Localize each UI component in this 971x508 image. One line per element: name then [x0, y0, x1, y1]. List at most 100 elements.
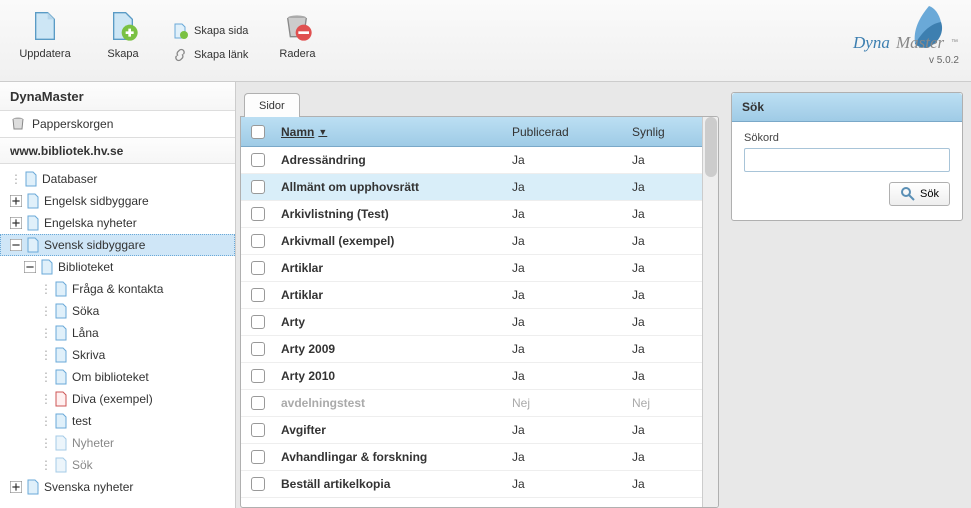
- tree-item-news[interactable]: ⋮Nyheter: [0, 432, 235, 454]
- tree-item-loan[interactable]: ⋮Låna: [0, 322, 235, 344]
- column-header-published[interactable]: Publicerad: [512, 125, 632, 139]
- row-checkbox[interactable]: [251, 423, 265, 437]
- page-icon: [53, 325, 69, 341]
- svg-text:Master: Master: [895, 33, 945, 52]
- page-icon: [53, 303, 69, 319]
- create-button[interactable]: Skapa: [84, 4, 162, 81]
- bin-icon: [10, 116, 26, 132]
- table-row[interactable]: AdressändringJaJa: [241, 147, 702, 174]
- app-logo-icon: Dyna Master ™: [849, 4, 959, 56]
- search-label: Sökord: [744, 132, 950, 144]
- table-row[interactable]: Beställ artikelkopiaJaJa: [241, 471, 702, 498]
- table-row[interactable]: avdelningstestNejNej: [241, 390, 702, 417]
- row-checkbox[interactable]: [251, 477, 265, 491]
- row-checkbox[interactable]: [251, 369, 265, 383]
- sidebar-item-trash[interactable]: Papperskorgen: [0, 111, 235, 137]
- row-checkbox[interactable]: [251, 396, 265, 410]
- create-label: Skapa: [107, 48, 138, 60]
- column-header-name[interactable]: Namn ▼: [281, 125, 512, 139]
- scrollbar-thumb[interactable]: [705, 117, 717, 177]
- cell-visible: Ja: [632, 234, 692, 248]
- create-page-label: Skapa sida: [194, 25, 248, 37]
- expand-icon[interactable]: [10, 217, 22, 229]
- table-row[interactable]: ArtiklarJaJa: [241, 255, 702, 282]
- logo-block: Dyna Master ™ v 5.0.2: [849, 4, 959, 66]
- collapse-icon[interactable]: [24, 261, 36, 273]
- page-plus-icon: [107, 10, 139, 42]
- expand-icon[interactable]: [10, 481, 22, 493]
- row-checkbox[interactable]: [251, 261, 265, 275]
- tree-item-about[interactable]: ⋮Om biblioteket: [0, 366, 235, 388]
- search-button[interactable]: Sök: [889, 182, 950, 206]
- cell-name: Artiklar: [281, 261, 512, 275]
- tree-item-test[interactable]: ⋮test: [0, 410, 235, 432]
- tree-item-eng-news[interactable]: Engelska nyheter: [0, 212, 235, 234]
- cell-published: Ja: [512, 180, 632, 194]
- search-panel: Sök Sökord Sök: [731, 92, 963, 221]
- table-row[interactable]: Arkivmall (exempel)JaJa: [241, 228, 702, 255]
- tree-item-databases[interactable]: ⋮ Databaser: [0, 168, 235, 190]
- delete-label: Radera: [279, 48, 315, 60]
- tab-bar: Sidor: [240, 92, 719, 116]
- table-row[interactable]: Avhandlingar & forskningJaJa: [241, 444, 702, 471]
- page-icon: [25, 479, 41, 495]
- cell-published: Ja: [512, 207, 632, 221]
- table-row[interactable]: Allmänt om upphovsrättJaJa: [241, 174, 702, 201]
- row-checkbox[interactable]: [251, 153, 265, 167]
- table-header-row: Namn ▼ Publicerad Synlig: [241, 117, 702, 147]
- search-input[interactable]: [744, 148, 950, 172]
- row-checkbox[interactable]: [251, 342, 265, 356]
- cell-name: Arkivlistning (Test): [281, 207, 512, 221]
- cell-visible: Ja: [632, 342, 692, 356]
- table-row[interactable]: Arty 2010JaJa: [241, 363, 702, 390]
- collapse-icon[interactable]: [10, 239, 22, 251]
- tab-pages[interactable]: Sidor: [244, 93, 300, 117]
- cell-visible: Nej: [632, 396, 692, 410]
- header-checkbox-cell: [251, 125, 281, 139]
- tree-item-sv-builder[interactable]: Svensk sidbyggare: [0, 234, 235, 256]
- page-icon: [53, 435, 69, 451]
- tree-item-sok[interactable]: ⋮Sök: [0, 454, 235, 476]
- page-icon: [25, 193, 41, 209]
- row-checkbox[interactable]: [251, 234, 265, 248]
- table-row[interactable]: Arkivlistning (Test)JaJa: [241, 201, 702, 228]
- cell-visible: Ja: [632, 261, 692, 275]
- row-checkbox[interactable]: [251, 207, 265, 221]
- table-row[interactable]: AvgifterJaJa: [241, 417, 702, 444]
- pages-table: Namn ▼ Publicerad Synlig AdressändringJa…: [241, 117, 702, 507]
- row-checkbox[interactable]: [251, 450, 265, 464]
- tree-item-library[interactable]: Biblioteket: [0, 256, 235, 278]
- row-checkbox[interactable]: [251, 180, 265, 194]
- top-toolbar: Uppdatera Skapa Skapa sida Skapa länk Ra…: [0, 0, 971, 82]
- create-link-label: Skapa länk: [194, 49, 248, 61]
- cell-visible: Ja: [632, 207, 692, 221]
- cell-name: Beställ artikelkopia: [281, 477, 512, 491]
- search-icon: [900, 186, 916, 202]
- cell-published: Ja: [512, 261, 632, 275]
- tree-item-sv-news[interactable]: Svenska nyheter: [0, 476, 235, 498]
- column-header-visible[interactable]: Synlig: [632, 125, 692, 139]
- page-icon: [25, 215, 41, 231]
- page-icon: [53, 347, 69, 363]
- refresh-button[interactable]: Uppdatera: [6, 4, 84, 81]
- tree-item-eng-builder[interactable]: Engelsk sidbyggare: [0, 190, 235, 212]
- tree-item-search[interactable]: ⋮Söka: [0, 300, 235, 322]
- pages-panel: Namn ▼ Publicerad Synlig AdressändringJa…: [240, 116, 719, 508]
- create-page-button[interactable]: Skapa sida: [172, 23, 248, 39]
- expand-icon[interactable]: [10, 195, 22, 207]
- tree-item-write[interactable]: ⋮Skriva: [0, 344, 235, 366]
- tree-item-ask[interactable]: ⋮Fråga & kontakta: [0, 278, 235, 300]
- cell-name: Allmänt om upphovsrätt: [281, 180, 512, 194]
- tree-item-diva[interactable]: ⋮Diva (exempel): [0, 388, 235, 410]
- row-checkbox[interactable]: [251, 288, 265, 302]
- vertical-scrollbar[interactable]: [702, 117, 718, 507]
- select-all-checkbox[interactable]: [251, 125, 265, 139]
- table-row[interactable]: Arty 2009JaJa: [241, 336, 702, 363]
- delete-button[interactable]: Radera: [258, 4, 336, 81]
- refresh-label: Uppdatera: [19, 48, 70, 60]
- table-row[interactable]: ArtyJaJa: [241, 309, 702, 336]
- create-link-button[interactable]: Skapa länk: [172, 47, 248, 63]
- table-row[interactable]: ArtiklarJaJa: [241, 282, 702, 309]
- row-checkbox[interactable]: [251, 315, 265, 329]
- create-sub-group: Skapa sida Skapa länk: [162, 4, 258, 81]
